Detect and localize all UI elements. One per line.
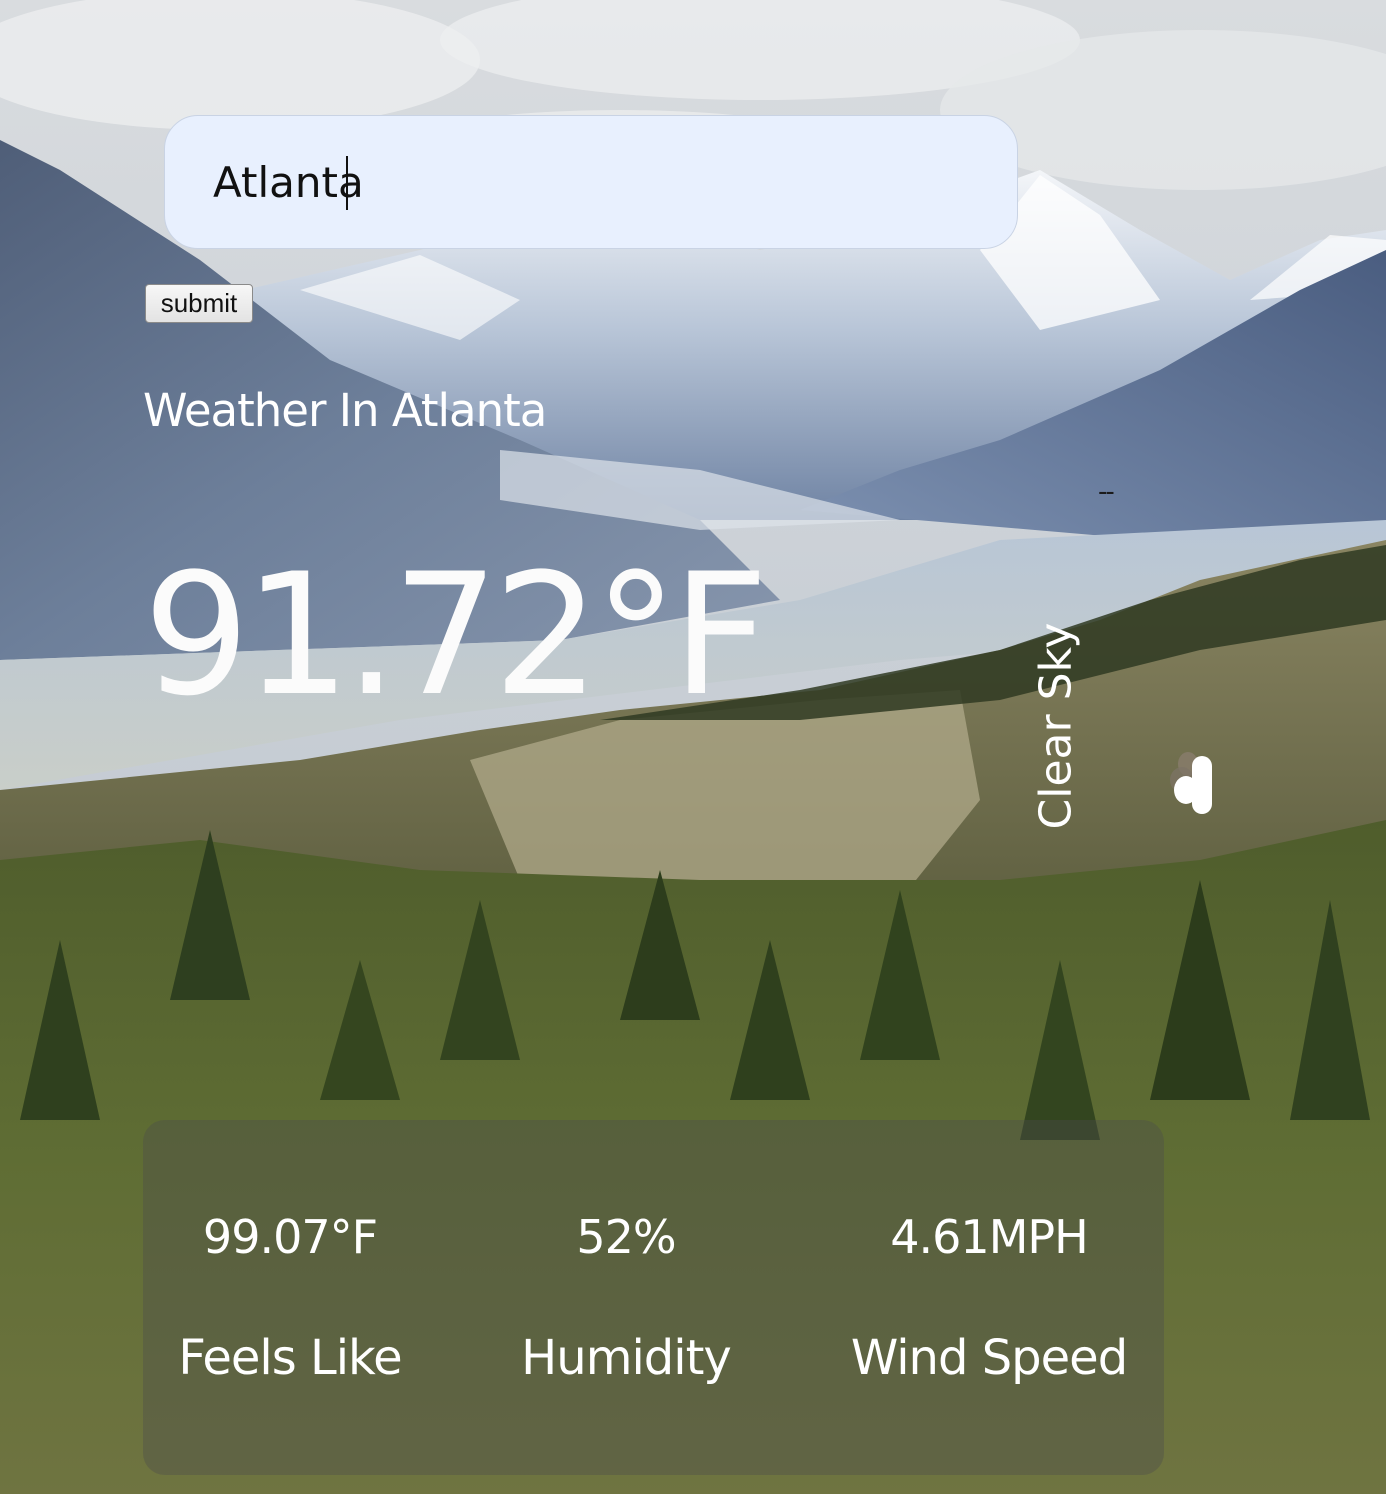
text-cursor	[346, 156, 348, 210]
humidity-detail: 52% Humidity	[456, 1120, 796, 1475]
feels-like-detail: 99.07°F Feels Like	[120, 1120, 460, 1475]
weather-app: submit Weather In Atlanta 91.72°F -- Cle…	[0, 0, 1386, 1494]
humidity-label: Humidity	[521, 1330, 732, 1386]
placeholder-dash-text: --	[1098, 477, 1115, 507]
weather-details-panel: 99.07°F Feels Like 52% Humidity 4.61MPH …	[143, 1120, 1164, 1475]
humidity-value: 52%	[576, 1210, 676, 1264]
weather-location-title: Weather In Atlanta	[143, 384, 547, 437]
city-search-input[interactable]	[164, 115, 1018, 249]
current-temperature: 91.72°F	[143, 537, 769, 733]
feels-like-label: Feels Like	[178, 1330, 402, 1386]
wind-speed-label: Wind Speed	[850, 1330, 1128, 1386]
wind-speed-value: 4.61MPH	[890, 1210, 1088, 1264]
weather-condition-label: Clear Sky	[1030, 622, 1082, 830]
submit-button[interactable]: submit	[145, 284, 253, 323]
wind-speed-detail: 4.61MPH Wind Speed	[819, 1120, 1159, 1475]
cloud-icon	[1170, 752, 1212, 814]
feels-like-value: 99.07°F	[202, 1210, 378, 1264]
